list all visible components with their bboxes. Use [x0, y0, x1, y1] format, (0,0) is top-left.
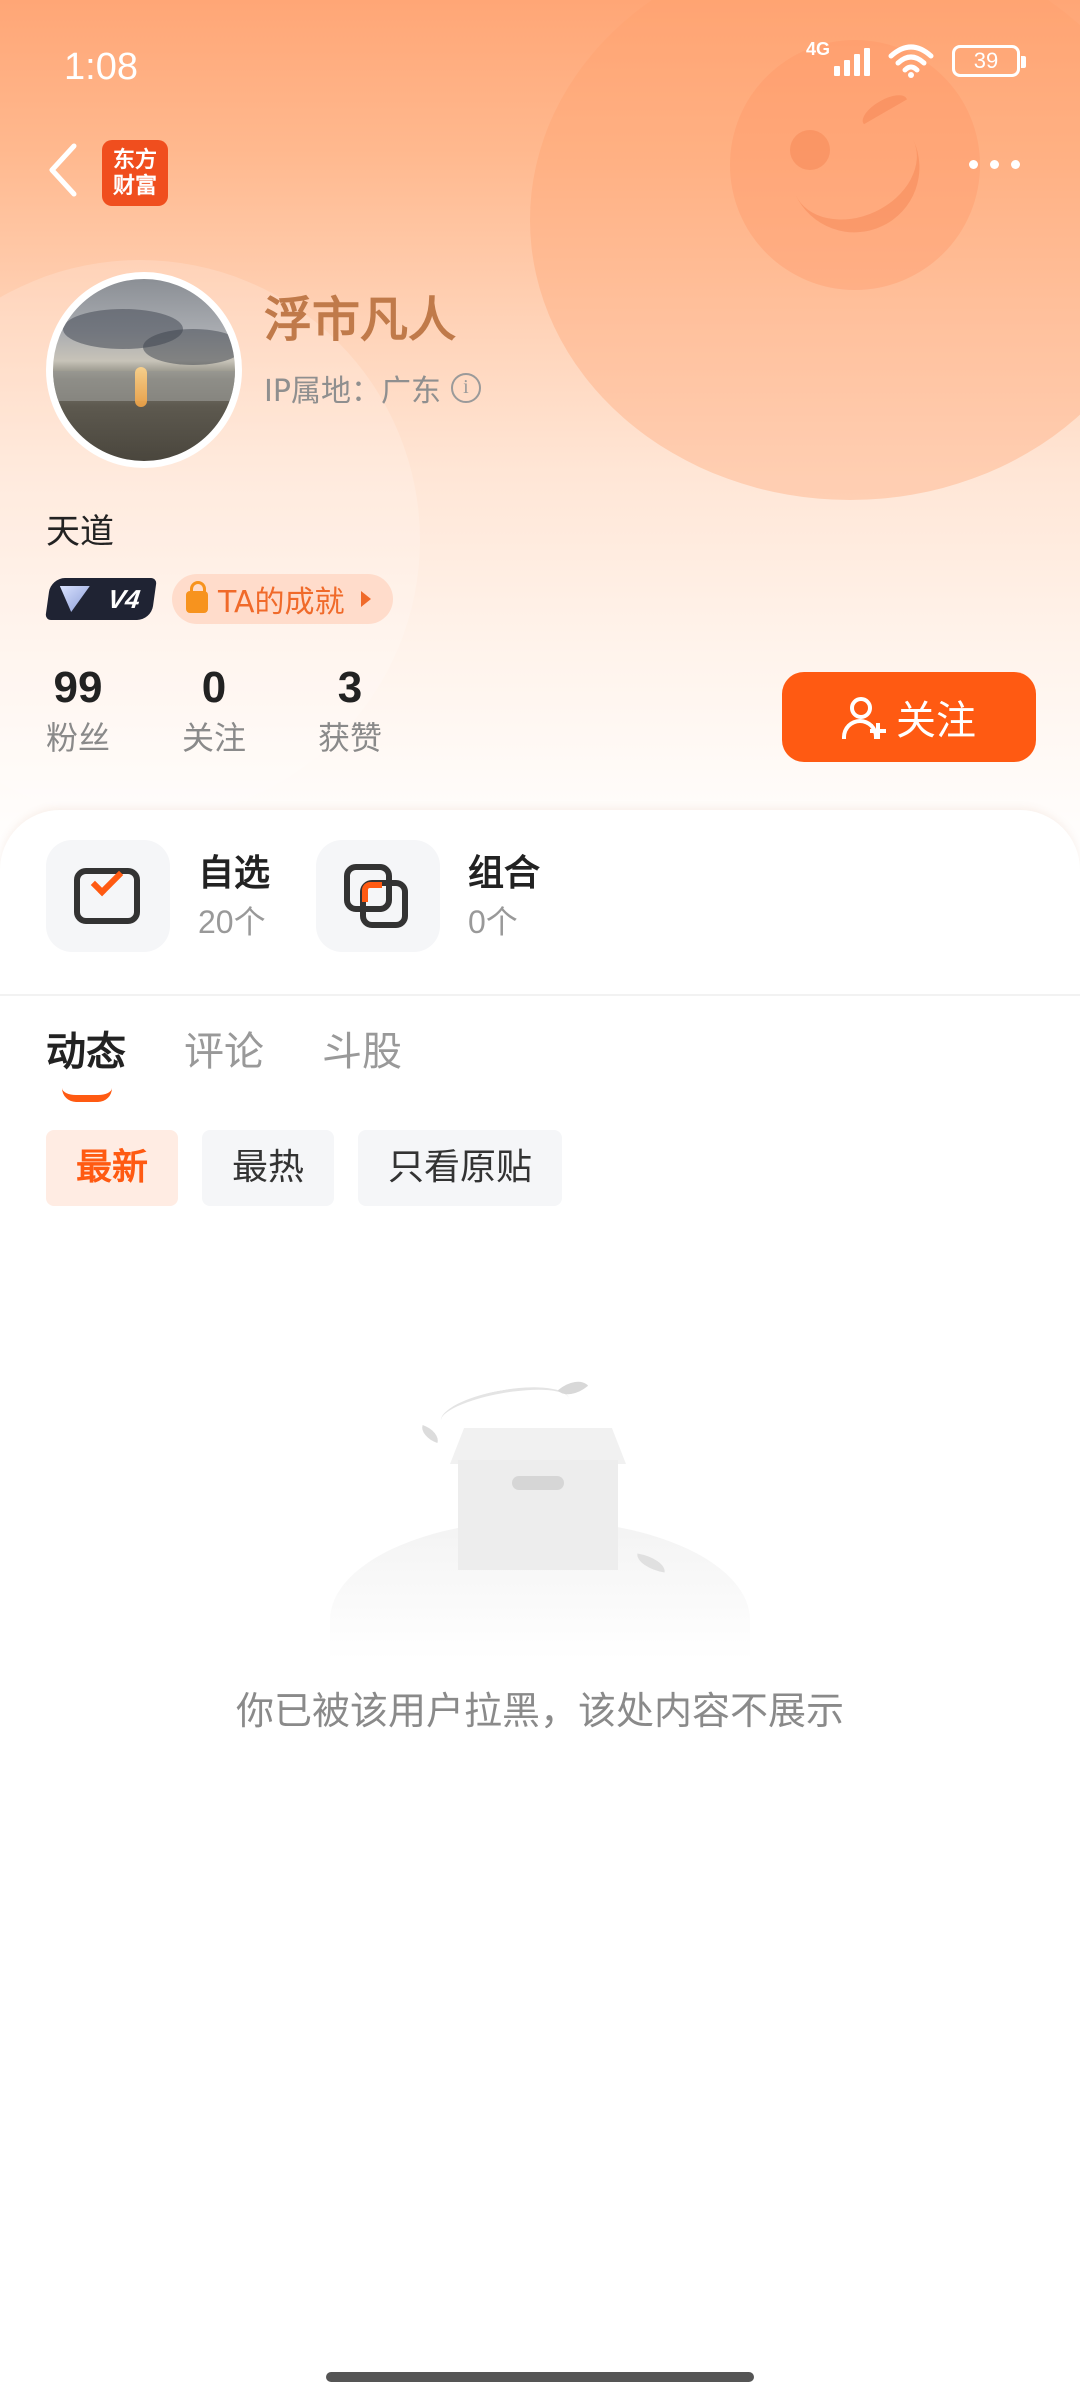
tab-posts[interactable]: 动态	[46, 1020, 126, 1102]
info-icon[interactable]: i	[450, 373, 481, 403]
username: 浮市凡人	[264, 292, 457, 348]
status-time: 1:08	[64, 46, 138, 88]
vip-level-badge[interactable]: V4	[45, 578, 157, 620]
play-arrow-icon	[360, 591, 371, 607]
quick-entry-title: 自选	[198, 853, 271, 894]
stat-value: 0	[201, 663, 227, 712]
more-options-icon[interactable]	[969, 160, 1020, 169]
empty-state-message: 你已被该用户拉黑，该处内容不展示	[235, 1689, 844, 1733]
empty-box-illustration	[330, 1360, 750, 1720]
follow-button-label: 关注	[896, 698, 976, 744]
quick-entry-watchlist[interactable]: 自选 20个	[46, 840, 270, 952]
lock-icon	[186, 581, 208, 613]
achievement-button[interactable]: TA的成就	[172, 574, 393, 624]
back-arrow-icon[interactable]	[40, 140, 90, 200]
content-tabs: 动态 评论 斗股	[46, 1020, 402, 1102]
filter-hottest[interactable]: 最热	[202, 1130, 335, 1206]
status-icons: 4G 39	[806, 39, 1026, 78]
wifi-icon	[888, 44, 934, 78]
quick-entry-portfolio[interactable]: 组合 0个	[316, 840, 540, 952]
divider	[0, 994, 1080, 996]
quick-entry-count: 0个	[468, 904, 518, 940]
filter-latest[interactable]: 最新	[46, 1130, 179, 1206]
tab-label: 动态	[46, 1029, 126, 1075]
watchlist-check-icon	[46, 840, 170, 952]
logo-text-line2: 财富	[112, 173, 157, 199]
logo-text-line1: 东方	[112, 147, 157, 173]
portfolio-layers-icon	[316, 840, 440, 952]
stat-fans[interactable]: 99 粉丝	[44, 660, 112, 760]
quick-entry-title: 组合	[468, 853, 541, 894]
app-logo[interactable]: 东方 财富	[102, 140, 168, 206]
network-type: 4G	[805, 38, 830, 59]
home-indicator[interactable]	[326, 2372, 754, 2382]
stat-following[interactable]: 0 关注	[180, 660, 248, 760]
quick-entry-count: 20个	[198, 904, 266, 940]
stat-likes[interactable]: 3 获赞	[316, 660, 384, 760]
ip-location-text: IP属地：广东	[264, 374, 441, 409]
battery-icon: 39	[952, 45, 1026, 77]
vip-shield-icon	[56, 586, 90, 612]
stat-value: 3	[337, 663, 363, 712]
stat-label: 获赞	[317, 719, 382, 757]
filter-original-only[interactable]: 只看原贴	[358, 1130, 563, 1206]
stat-label: 关注	[181, 719, 246, 757]
signal-icon	[834, 46, 870, 76]
tab-comments[interactable]: 评论	[184, 1020, 264, 1084]
achievement-label: TA的成就	[218, 585, 345, 620]
ip-location: IP属地：广东 i	[264, 366, 481, 410]
user-bio: 天道	[46, 512, 114, 552]
avatar[interactable]	[46, 272, 242, 468]
add-user-icon	[842, 695, 886, 739]
active-tab-indicator	[62, 1088, 112, 1102]
tab-stock-battle[interactable]: 斗股	[322, 1020, 402, 1084]
filter-chips: 最新 最热 只看原贴	[46, 1130, 563, 1206]
stat-value: 99	[53, 663, 103, 712]
follow-button[interactable]: 关注	[782, 672, 1036, 762]
vip-level-text: V4	[106, 583, 143, 614]
stat-label: 粉丝	[45, 719, 110, 757]
